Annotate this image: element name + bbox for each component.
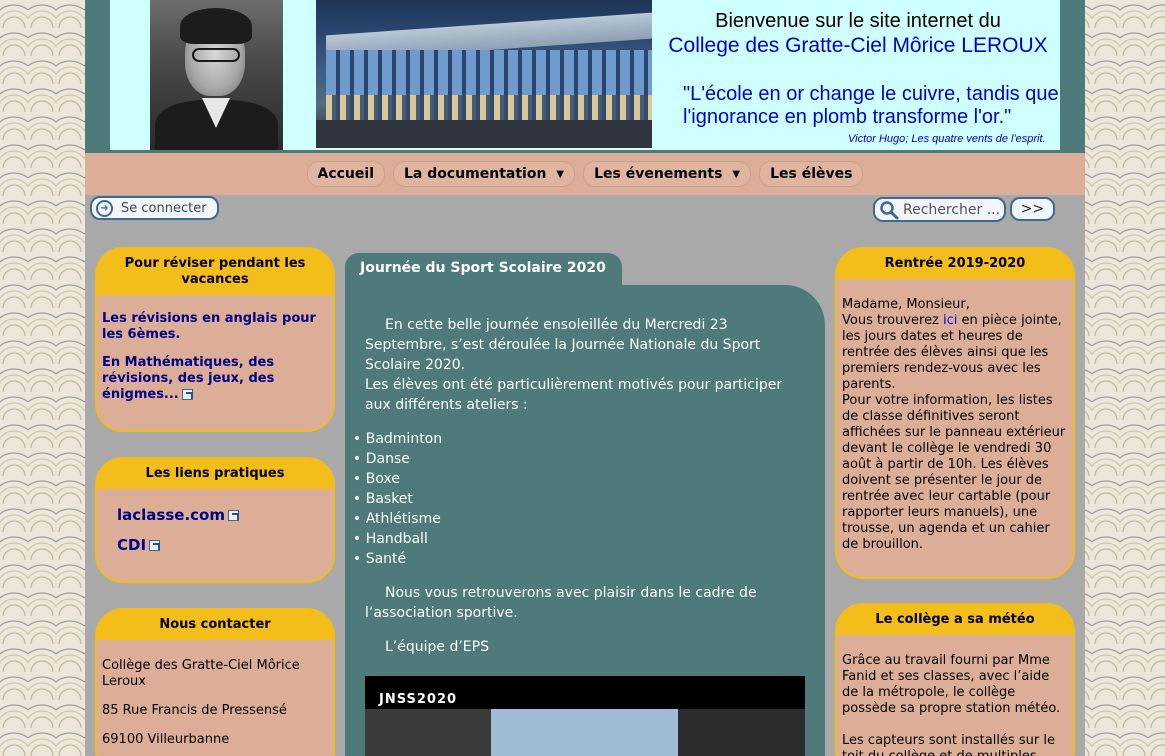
- nav-label: Les élèves: [770, 166, 853, 182]
- meteo-text-2: Les capteurs sont installés sur le toit …: [842, 733, 1055, 756]
- meteo-text-1: Grâce au travail fourni par Mme Fanid et…: [842, 653, 1061, 716]
- useful-links-box: Les liens pratiques laclasse.com CDI: [95, 457, 335, 583]
- useful-links-title: Les liens pratiques: [97, 459, 333, 489]
- link-laclasse[interactable]: laclasse.com: [117, 506, 225, 524]
- rentree-title: Rentrée 2019-2020: [837, 249, 1073, 279]
- meteo-box: Le collège a sa météo Grâce au travail f…: [835, 603, 1075, 756]
- login-button[interactable]: ➜ Se connecter: [90, 196, 219, 220]
- search-input[interactable]: [903, 201, 1003, 218]
- nav-label: Accueil: [317, 166, 375, 182]
- nav-item-documentation[interactable]: La documentation ▼: [393, 161, 576, 187]
- welcome-line: Bienvenue sur le site internet du: [715, 10, 1001, 32]
- nav-item-eleves[interactable]: Les élèves: [759, 161, 864, 187]
- video-thumbnail: [365, 709, 805, 756]
- article-closing: Nous vous retrouverons avec plaisir dans…: [365, 585, 757, 621]
- article-signature: L’équipe d’EPS: [385, 639, 489, 655]
- rentree-info: Pour votre information, les listes de cl…: [842, 393, 1066, 552]
- article-title: Journée du Sport Scolaire 2020: [345, 253, 622, 289]
- revision-box: Pour réviser pendant les vacances Les ré…: [95, 247, 335, 432]
- nav-item-accueil[interactable]: Accueil: [306, 161, 385, 187]
- quote-author: Victor Hugo; Les quatre vents de l'espri…: [848, 133, 1046, 145]
- link-cdi[interactable]: CDI: [117, 536, 146, 554]
- rentree-box: Rentrée 2019-2020 Madame, Monsieur, Vous…: [835, 247, 1075, 579]
- activities-list: Badminton Danse Boxe Basket Athlétisme H…: [353, 429, 805, 569]
- contact-city: 69100 Villeurbanne: [102, 732, 230, 747]
- welcome-text: Bienvenue sur le site internet du Colleg…: [658, 8, 1058, 58]
- rentree-text-start: Vous trouverez: [842, 313, 944, 328]
- nav-label: La documentation: [404, 166, 547, 182]
- search-box: [873, 197, 1006, 222]
- article: En cette belle journée ensoleillée du Me…: [345, 285, 825, 756]
- page-container: Bienvenue sur le site internet du Colleg…: [85, 0, 1085, 756]
- quote: "L'école en or change le cuivre, tandis …: [683, 83, 1059, 128]
- list-item: Handball: [353, 529, 805, 549]
- caret-down-icon: ▼: [732, 168, 741, 180]
- list-item: Basket: [353, 489, 805, 509]
- list-item: Danse: [353, 449, 805, 469]
- list-item: Athlétisme: [353, 509, 805, 529]
- list-item: Santé: [353, 549, 805, 569]
- video-title: JNSS2020: [379, 692, 458, 707]
- nav-item-evenements[interactable]: Les évenements ▼: [583, 161, 752, 187]
- nav-label: Les évenements: [594, 166, 723, 182]
- login-label: Se connecter: [121, 200, 207, 216]
- header-banner: Bienvenue sur le site internet du Colleg…: [110, 0, 1060, 150]
- main-nav: Accueil La documentation ▼ Les évenement…: [85, 153, 1085, 195]
- rentree-text: Vous trouverez ici en pièce jointe, les …: [842, 313, 1068, 393]
- search-icon: [880, 200, 899, 219]
- college-building-photo: [316, 0, 652, 148]
- external-link-icon: [181, 389, 193, 400]
- external-link-icon: [149, 540, 161, 551]
- contact-name: Collège des Gratte-Ciel Môrice Leroux: [102, 658, 300, 689]
- contact-address: 85 Rue Francis de Pressensé: [102, 703, 287, 718]
- college-name: College des Gratte-Ciel Môrice LEROUX: [668, 34, 1048, 57]
- link-revisions-anglais[interactable]: Les révisions en anglais pour les 6èmes.: [102, 311, 316, 342]
- video-player[interactable]: JNSS2020: [365, 676, 805, 756]
- portrait-photo: [150, 0, 283, 150]
- contact-box: Nous contacter Collège des Gratte-Ciel M…: [95, 608, 335, 756]
- list-item: Boxe: [353, 469, 805, 489]
- rentree-attachment-link[interactable]: ici: [943, 313, 957, 328]
- site-header: Bienvenue sur le site internet du Colleg…: [85, 0, 1085, 153]
- login-icon: ➜: [96, 199, 113, 217]
- meteo-title: Le collège a sa météo: [837, 605, 1073, 635]
- article-motivated: Les élèves ont été particulièrement moti…: [365, 377, 783, 413]
- contact-title: Nous contacter: [97, 610, 333, 640]
- caret-down-icon: ▼: [556, 168, 565, 180]
- search-button[interactable]: >>: [1010, 197, 1055, 221]
- external-link-icon: [227, 510, 239, 521]
- revision-title: Pour réviser pendant les vacances: [97, 249, 333, 295]
- article-intro: En cette belle journée ensoleillée du Me…: [365, 317, 761, 373]
- list-item: Badminton: [353, 429, 805, 449]
- rentree-greeting: Madame, Monsieur,: [842, 297, 970, 312]
